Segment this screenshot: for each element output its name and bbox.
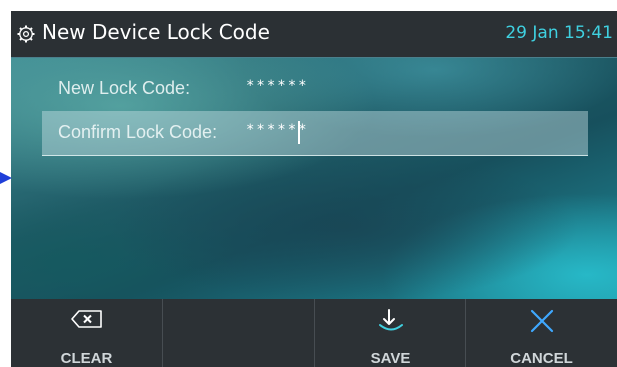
device-screen: New Device Lock Code 29 Jan 15:41 New Lo… bbox=[11, 11, 617, 367]
new-lock-code-field[interactable]: New Lock Code: ****** bbox=[42, 67, 588, 111]
clear-label: CLEAR bbox=[60, 350, 113, 367]
datetime-display: 29 Jan 15:41 bbox=[505, 23, 613, 43]
new-lock-code-input[interactable]: ****** bbox=[246, 78, 309, 94]
confirm-lock-code-field[interactable]: Confirm Lock Code: ****** bbox=[42, 111, 588, 156]
page-title: New Device Lock Code bbox=[42, 20, 270, 44]
new-lock-code-label: New Lock Code: bbox=[58, 78, 191, 98]
confirm-lock-code-label: Confirm Lock Code: bbox=[58, 122, 218, 142]
gear-icon bbox=[17, 25, 35, 43]
clear-button[interactable]: CLEAR bbox=[11, 299, 162, 367]
cancel-button[interactable]: CANCEL bbox=[466, 299, 617, 367]
text-caret bbox=[298, 121, 300, 144]
save-arrow-icon bbox=[315, 308, 466, 334]
backspace-icon bbox=[11, 308, 162, 334]
softkey-bar: CLEAR SAVE CANCEL bbox=[11, 299, 617, 367]
save-label: SAVE bbox=[370, 350, 411, 367]
empty-softkey bbox=[163, 299, 314, 367]
form-area: New Lock Code: ****** Confirm Lock Code:… bbox=[11, 58, 617, 299]
save-button[interactable]: SAVE bbox=[315, 299, 466, 367]
cancel-label: CANCEL bbox=[510, 350, 573, 367]
close-icon bbox=[466, 308, 617, 334]
title-bar: New Device Lock Code 29 Jan 15:41 bbox=[11, 11, 617, 58]
